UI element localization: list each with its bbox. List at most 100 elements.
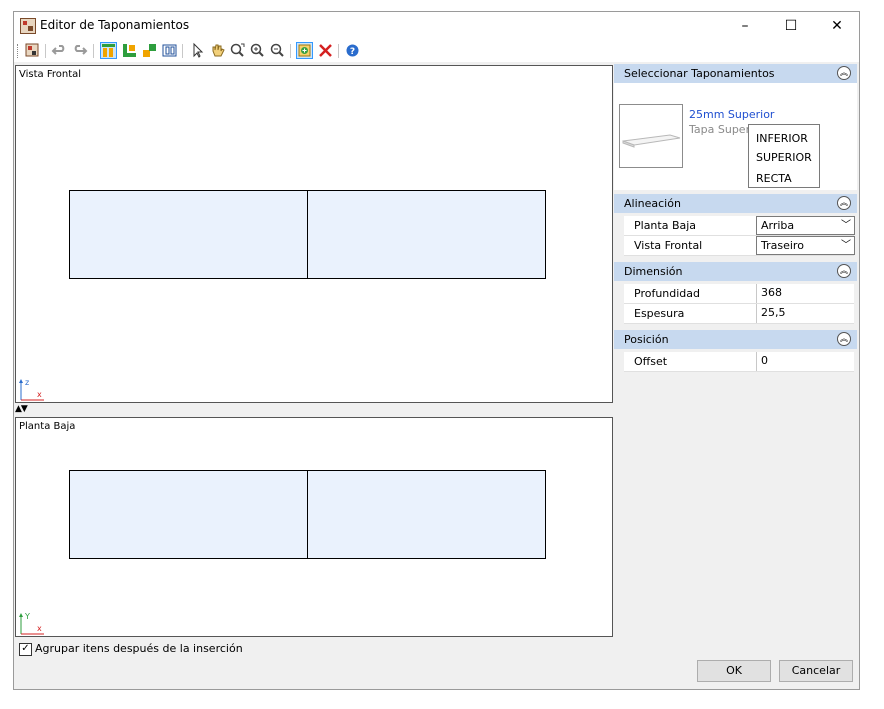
collapse-chevron-icon[interactable]: ︽ — [837, 196, 851, 210]
toolbar-separator — [93, 44, 94, 58]
position-section-header[interactable]: Posición ︽ — [614, 330, 857, 349]
zoom-in-button[interactable] — [249, 42, 266, 59]
chevron-down-icon[interactable]: ﹀ — [841, 237, 851, 255]
panels-icon — [162, 44, 177, 57]
toolbar-separator — [182, 44, 183, 58]
zoom-out-button[interactable] — [269, 42, 286, 59]
zoom-extents-icon — [230, 43, 245, 57]
window-title: Editor de Taponamientos — [40, 18, 190, 32]
front-view-canvas[interactable]: Vista Frontal z x — [15, 65, 613, 403]
close-button[interactable]: ✕ — [814, 12, 860, 40]
redo-button[interactable] — [71, 42, 88, 59]
zoom-out-icon — [270, 43, 284, 57]
planta-baja-select[interactable]: Arriba ﹀ — [756, 216, 855, 235]
app-icon — [20, 18, 36, 34]
menu-item-superior[interactable]: SUPERIOR — [756, 151, 812, 164]
offset-label: Offset — [634, 355, 668, 368]
select-section-title: Seleccionar Taponamientos — [624, 67, 775, 80]
side-cap-button[interactable] — [141, 42, 158, 59]
profundidad-label: Profundidad — [634, 287, 701, 300]
ok-button[interactable]: OK — [697, 660, 771, 682]
group-items-checkbox[interactable]: ✓ — [19, 642, 32, 656]
offset-row: Offset 0 — [624, 352, 854, 372]
zoom-extents-button[interactable] — [229, 42, 246, 59]
vista-frontal-select[interactable]: Traseiro ﹀ — [756, 236, 855, 255]
zoom-in-icon — [250, 43, 264, 57]
plan-axis-v-label: Y — [24, 612, 30, 621]
collapse-chevron-icon[interactable]: ︽ — [837, 264, 851, 278]
alignment-section-header[interactable]: Alineación ︽ — [614, 194, 857, 213]
help-button[interactable]: ? — [344, 42, 361, 59]
menu-item-recta[interactable]: RECTA — [756, 172, 792, 185]
view-splitter-arrows[interactable]: ▲▼ — [15, 404, 28, 414]
delete-icon — [319, 44, 332, 57]
delete-button[interactable] — [317, 42, 334, 59]
cap-type-menu: INFERIOR SUPERIOR RECTA — [748, 124, 820, 188]
plan-axis-h-label: x — [37, 624, 42, 633]
select-section-header[interactable]: Seleccionar Taponamientos ︽ — [614, 64, 857, 83]
plan-view-label: Planta Baja — [19, 421, 76, 432]
undo-button[interactable] — [51, 42, 68, 59]
cap-thumbnail[interactable] — [619, 104, 683, 168]
menu-item-inferior[interactable]: INFERIOR — [756, 132, 808, 145]
profundidad-input[interactable]: 368 — [756, 284, 855, 303]
collapse-chevron-icon[interactable]: ︽ — [837, 66, 851, 80]
help-icon: ? — [346, 44, 359, 57]
editor-window: Editor de Taponamientos – ☐ ✕ ? Vista Fr… — [13, 11, 860, 690]
select-section-body: 25mm Superior Tapa Super INFERIOR SUPERI… — [614, 83, 857, 190]
offset-input[interactable]: 0 — [756, 352, 855, 371]
dimension-section-header[interactable]: Dimensión ︽ — [614, 262, 857, 281]
corner-cap-icon — [123, 44, 136, 57]
espesura-row: Espesura 25,5 — [624, 304, 854, 324]
front-cap-divider — [307, 191, 308, 278]
redo-icon — [74, 45, 88, 55]
hand-icon — [212, 44, 225, 57]
collapse-chevron-icon[interactable]: ︽ — [837, 332, 851, 346]
planta-baja-value: Arriba — [761, 219, 795, 232]
cap-item-subtitle: Tapa Super — [689, 123, 751, 136]
pan-tool-button[interactable] — [209, 42, 226, 59]
front-view-label: Vista Frontal — [19, 69, 82, 80]
add-cap-button[interactable] — [296, 42, 313, 59]
top-cap-button[interactable] — [100, 42, 117, 59]
toolbar: ? — [14, 40, 859, 62]
insert-cap-icon — [25, 43, 39, 57]
panel-view-button[interactable] — [161, 42, 178, 59]
toolbar-separator — [45, 44, 46, 58]
plan-cap-divider — [307, 471, 308, 558]
chevron-down-icon[interactable]: ﹀ — [841, 217, 851, 235]
front-axis-icon: z x — [19, 378, 44, 401]
insert-cap-button[interactable] — [24, 42, 41, 59]
maximize-button[interactable]: ☐ — [768, 12, 814, 40]
planta-baja-row: Planta Baja Arriba ﹀ — [624, 216, 855, 236]
position-section-title: Posición — [624, 333, 669, 346]
plan-view-canvas[interactable]: Planta Baja Y x — [15, 417, 613, 637]
profundidad-row: Profundidad 368 — [624, 284, 854, 304]
front-cap-shape[interactable] — [69, 190, 546, 279]
plan-cap-shape[interactable] — [69, 470, 546, 559]
vista-frontal-label: Vista Frontal — [634, 239, 703, 252]
cancel-button[interactable]: Cancelar — [779, 660, 853, 682]
plan-axis-icon: Y x — [19, 612, 44, 635]
group-items-checkbox-row[interactable]: ✓ Agrupar itens después de la inserción — [19, 642, 243, 656]
add-icon — [298, 44, 311, 57]
espesura-label: Espesura — [634, 307, 685, 320]
toolbar-separator — [290, 44, 291, 58]
alignment-section-title: Alineación — [624, 197, 681, 210]
vista-frontal-value: Traseiro — [761, 239, 804, 252]
front-axis-v-label: z — [25, 378, 29, 387]
top-cap-icon — [102, 44, 115, 57]
group-items-label: Agrupar itens después de la inserción — [35, 642, 243, 655]
espesura-input[interactable]: 25,5 — [756, 304, 855, 323]
front-axis-h-label: x — [37, 390, 42, 399]
pointer-icon — [193, 42, 204, 58]
cap-item-title[interactable]: 25mm Superior — [689, 108, 774, 121]
minimize-button[interactable]: – — [722, 12, 768, 40]
corner-cap-button[interactable] — [121, 42, 138, 59]
vista-frontal-row: Vista Frontal Traseiro ﹀ — [624, 236, 855, 256]
planta-baja-label: Planta Baja — [634, 219, 697, 232]
toolbar-grip[interactable] — [17, 44, 20, 58]
side-cap-icon — [143, 44, 156, 57]
select-tool-button[interactable] — [189, 42, 206, 59]
title-bar: Editor de Taponamientos – ☐ ✕ — [14, 12, 859, 40]
